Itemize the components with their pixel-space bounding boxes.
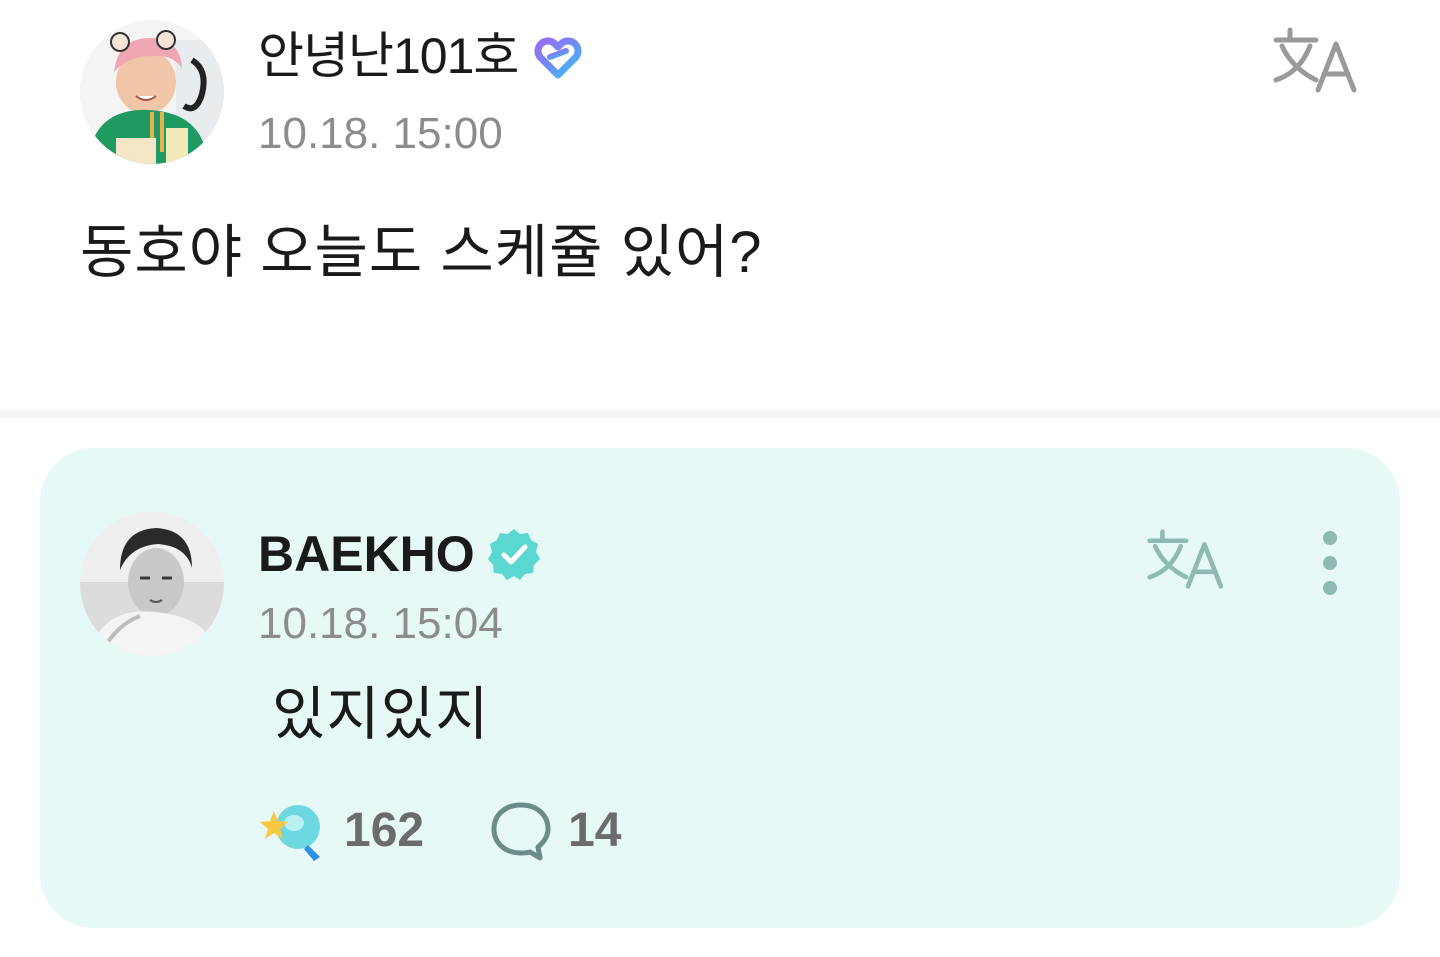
comment-count: 14 (568, 804, 622, 857)
translate-icon[interactable] (1272, 24, 1364, 96)
fan-avatar[interactable] (80, 20, 224, 164)
star-lightstick-icon[interactable] (258, 799, 326, 863)
section-divider (0, 410, 1440, 418)
comment-button[interactable]: 14 (490, 800, 621, 862)
fan-letter-thread: 안녕난101호 10.18. 15:00 동호야 오늘도 스케쥴 있어? BAE… (0, 0, 1440, 957)
fan-author-name[interactable]: 안녕난101호 (258, 26, 519, 86)
more-vertical-icon[interactable] (1310, 528, 1350, 598)
fan-post: 안녕난101호 10.18. 15:00 동호야 오늘도 스케쥴 있어? (0, 0, 1440, 410)
heart-membership-icon (532, 33, 584, 79)
artist-author-name[interactable]: BAEKHO (258, 524, 475, 584)
artist-reply-body: 있지있지 (272, 682, 490, 747)
fan-post-body: 동호야 오늘도 스케쥴 있어? (80, 220, 763, 285)
artist-name-row: BAEKHO (258, 526, 541, 582)
fan-post-time: 10.18. 15:00 (258, 109, 503, 158)
artist-reply-time: 10.18. 15:04 (258, 599, 503, 648)
translate-icon[interactable] (1146, 526, 1230, 592)
speech-bubble-icon (490, 800, 552, 862)
reaction-bar: 162 14 (258, 798, 621, 864)
like-count: 162 (344, 804, 425, 857)
artist-avatar[interactable] (80, 512, 224, 656)
fan-name-row: 안녕난101호 (258, 26, 584, 86)
artist-reply-card: BAEKHO 10.18. 15:04 있지있지 162 14 (40, 448, 1400, 928)
verified-check-icon (487, 527, 541, 581)
